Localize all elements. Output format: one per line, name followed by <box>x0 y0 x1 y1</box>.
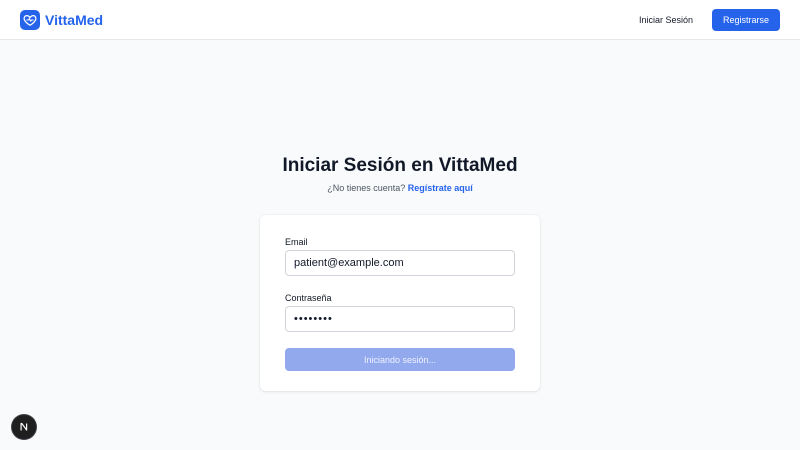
navbar: VittaMed Iniciar Sesión Registrarse <box>0 0 800 40</box>
login-form: Email Contraseña Iniciando sesión... <box>260 215 540 391</box>
brand-link[interactable]: VittaMed <box>20 10 103 30</box>
nextjs-icon <box>20 422 28 431</box>
register-link[interactable]: Regístrate aquí <box>408 183 473 193</box>
nextjs-dev-indicator[interactable] <box>12 415 36 439</box>
email-label: Email <box>285 237 308 247</box>
password-label: Contraseña <box>285 293 332 303</box>
nav-login-link[interactable]: Iniciar Sesión <box>639 13 693 27</box>
email-input[interactable] <box>285 250 515 276</box>
page-title: Iniciar Sesión en VittaMed <box>282 155 518 176</box>
brand-name: VittaMed <box>45 12 104 28</box>
signup-prompt: ¿No tienes cuenta? Regístrate aquí <box>0 182 800 194</box>
heart-pulse-icon <box>20 10 40 30</box>
login-submit-button[interactable]: Iniciando sesión... <box>285 348 515 371</box>
password-input[interactable] <box>285 306 515 332</box>
nav-register-button[interactable]: Registrarse <box>712 9 780 31</box>
signup-prompt-text: ¿No tienes cuenta? <box>327 183 406 193</box>
